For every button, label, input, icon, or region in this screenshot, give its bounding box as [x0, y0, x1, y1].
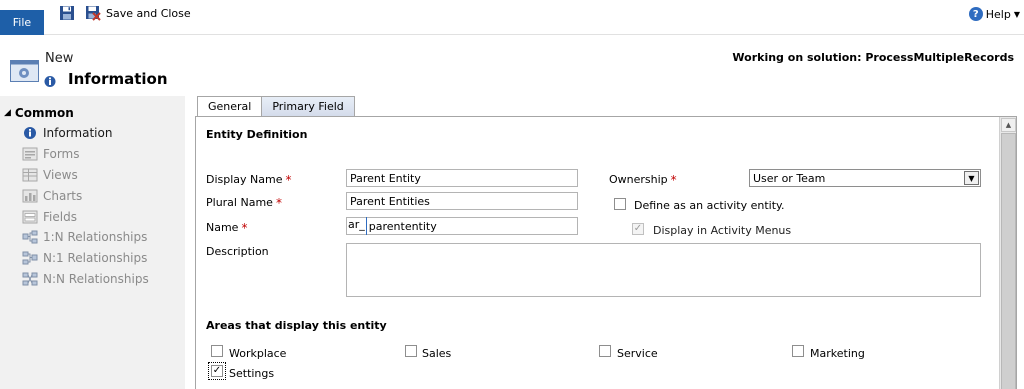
save-close-label: Save and Close: [106, 6, 191, 20]
nav-item-label: 1:N Relationships: [43, 230, 148, 244]
page-title: Information: [68, 70, 168, 88]
nav-group-common[interactable]: ◢ Common: [4, 106, 74, 120]
left-navigation: ◢ Common Information Forms Views Charts …: [0, 96, 185, 389]
nav-item-fields[interactable]: Fields: [22, 208, 77, 226]
service-checkbox[interactable]: [599, 345, 611, 357]
views-icon: [22, 168, 38, 182]
nav-item-charts[interactable]: Charts: [22, 187, 82, 205]
description-label-text: Description: [206, 245, 269, 258]
nav-item-forms[interactable]: Forms: [22, 145, 79, 163]
scrollbar-thumb[interactable]: [1001, 133, 1016, 389]
save-and-close-button[interactable]: Save and Close: [85, 5, 191, 21]
entity-icon: [10, 60, 39, 82]
nav-group-label: Common: [14, 106, 74, 120]
nav-item-n1-relationships[interactable]: N:1 Relationships: [22, 249, 147, 267]
save-close-icon: [86, 6, 101, 21]
description-label: Description: [206, 245, 269, 258]
display-name-label: Display Name *: [206, 173, 292, 186]
display-activity-menus-checkbox[interactable]: ✓: [632, 223, 644, 235]
description-textarea[interactable]: [346, 243, 981, 297]
settings-label: Settings: [229, 367, 275, 380]
ownership-label: Ownership *: [609, 173, 677, 186]
save-icon[interactable]: [59, 5, 75, 21]
page-subtitle: New: [45, 51, 74, 66]
nav-item-label: N:N Relationships: [43, 272, 149, 286]
ownership-selected-value: User or Team: [753, 171, 826, 185]
charts-icon: [22, 189, 38, 203]
tab-general[interactable]: General: [197, 96, 263, 117]
plural-name-label: Plural Name *: [206, 196, 282, 209]
marketing-checkbox[interactable]: [792, 345, 804, 357]
nav-item-label: Information: [43, 126, 113, 140]
plural-name-field[interactable]: Parent Entities: [346, 192, 578, 210]
nav-item-label: Charts: [43, 189, 83, 203]
ribbon: File Save and Close ? Help ▼: [0, 0, 1024, 35]
info-icon: [44, 76, 56, 87]
required-asterisk-icon: *: [275, 195, 282, 210]
service-label: Service: [617, 347, 658, 360]
relationship-icon: [22, 251, 38, 265]
required-asterisk-icon: *: [285, 172, 292, 187]
name-label: Name *: [206, 221, 247, 234]
collapse-triangle-icon: ◢: [4, 108, 11, 118]
file-button[interactable]: File: [0, 10, 44, 35]
workplace-checkbox[interactable]: [211, 345, 223, 357]
nav-item-label: Forms: [43, 147, 80, 161]
display-name-field[interactable]: Parent Entity: [346, 169, 578, 187]
vertical-scrollbar[interactable]: ▲: [999, 117, 1016, 389]
display-activity-menus-label: Display in Activity Menus: [653, 224, 792, 237]
tab-strip: General Primary Field: [197, 96, 355, 117]
required-asterisk-icon: *: [241, 220, 248, 235]
required-asterisk-icon: *: [670, 172, 677, 187]
nav-item-label: N:1 Relationships: [43, 251, 148, 265]
nav-item-label: Views: [43, 168, 78, 182]
name-label-text: Name: [206, 221, 239, 234]
help-menu[interactable]: ? Help ▼: [968, 7, 1020, 21]
relationship-icon: [22, 272, 38, 286]
chevron-down-icon: ▼: [1013, 9, 1020, 19]
info-icon: [24, 127, 36, 139]
ownership-label-text: Ownership: [609, 173, 668, 186]
nav-item-views[interactable]: Views: [22, 166, 78, 184]
define-activity-checkbox[interactable]: [614, 198, 626, 210]
marketing-label: Marketing: [810, 347, 865, 360]
general-tab-panel: ▲ Entity Definition Display Name * Paren…: [195, 116, 1017, 389]
section-entity-definition: Entity Definition: [206, 128, 308, 141]
relationship-icon: [22, 230, 38, 244]
forms-icon: [22, 147, 38, 161]
name-input[interactable]: parententity: [367, 220, 437, 233]
help-label: Help: [985, 7, 1011, 21]
name-prefix: ar_: [347, 217, 367, 235]
help-icon: ?: [968, 7, 983, 21]
dropdown-arrow-icon[interactable]: ▼: [964, 171, 979, 185]
workplace-label: Workplace: [229, 347, 287, 360]
ownership-select[interactable]: User or Team ▼: [749, 169, 981, 187]
plural-name-label-text: Plural Name: [206, 196, 273, 209]
settings-checkbox[interactable]: ✓: [208, 362, 226, 380]
solution-label: Working on solution: ProcessMultipleReco…: [732, 51, 1014, 64]
nav-item-1n-relationships[interactable]: 1:N Relationships: [22, 228, 147, 246]
section-areas: Areas that display this entity: [206, 319, 387, 332]
display-name-label-text: Display Name: [206, 173, 283, 186]
nav-item-label: Fields: [43, 210, 77, 224]
nav-item-nn-relationships[interactable]: N:N Relationships: [22, 270, 149, 288]
nav-item-information[interactable]: Information: [22, 124, 112, 142]
name-field: ar_ parententity: [346, 217, 578, 235]
scroll-up-icon[interactable]: ▲: [1001, 118, 1016, 132]
fields-icon: [22, 210, 38, 224]
sales-label: Sales: [422, 347, 452, 360]
tab-primary-field[interactable]: Primary Field: [262, 96, 355, 117]
sales-checkbox[interactable]: [405, 345, 417, 357]
define-activity-label: Define as an activity entity.: [634, 199, 785, 212]
